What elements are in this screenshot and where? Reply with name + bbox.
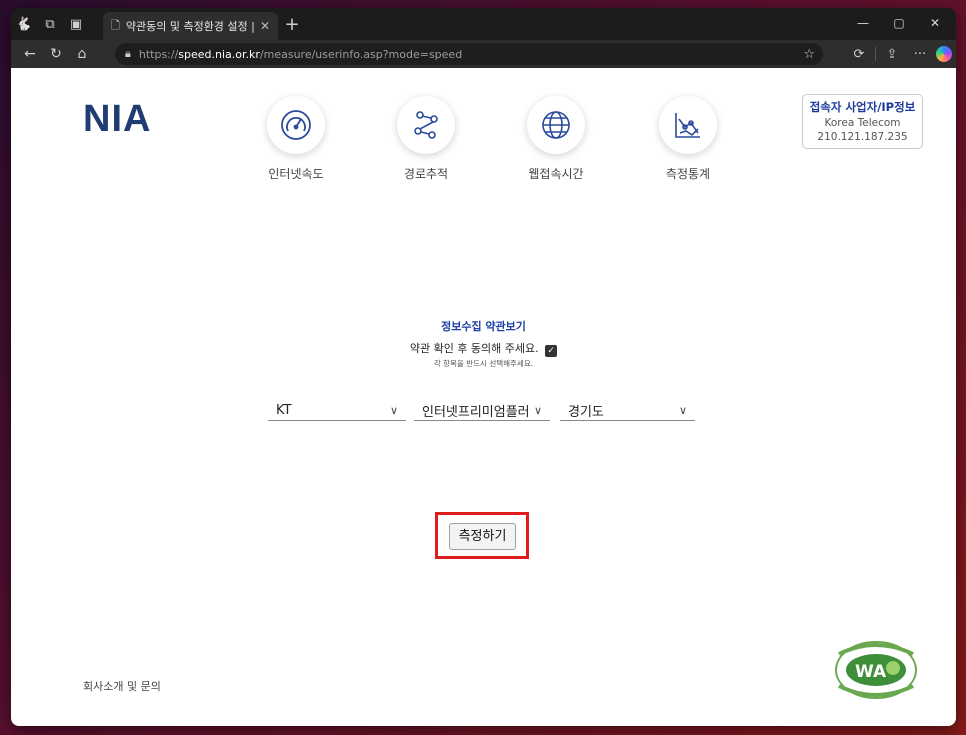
url-host: speed.nia.or.kr — [178, 47, 260, 61]
maximize-button[interactable]: ▢ — [882, 12, 916, 34]
site-logo[interactable]: NIA — [83, 98, 151, 141]
badge-text: WA — [855, 662, 887, 682]
tab-actions-icon[interactable]: ▣ — [63, 11, 89, 37]
window-controls: — ▢ ✕ — [846, 12, 952, 34]
nav-item-internet-speed[interactable]: 인터넷속도 — [241, 96, 351, 182]
isp-select-value: KT — [276, 403, 292, 418]
extensions-icon[interactable]: ⟳ — [847, 43, 871, 65]
share-icon[interactable]: ⇪ — [880, 43, 904, 65]
terms-link[interactable]: 정보수집 약관보기 — [11, 318, 956, 334]
measure-button[interactable]: 측정하기 — [449, 523, 516, 550]
copilot-icon[interactable] — [936, 46, 952, 62]
ip-info-title: 접속자 사업자/IP정보 — [809, 100, 916, 114]
chevron-down-icon: ∨ — [389, 404, 398, 417]
isp-name: Korea Telecom — [824, 117, 901, 129]
profile-icon[interactable]: 🐇 — [11, 11, 37, 37]
speedometer-icon — [267, 96, 325, 154]
agree-row: 약관 확인 후 동의해 주세요. ✓ — [11, 340, 956, 357]
close-tab-icon[interactable]: ✕ — [260, 19, 270, 33]
active-tab[interactable]: 🗋 약관동의 및 측정환경 설정 | 인터 ✕ — [103, 12, 278, 40]
chevron-down-icon: ∨ — [533, 404, 542, 417]
refresh-button[interactable]: ↻ — [43, 42, 69, 66]
home-button[interactable]: ⌂ — [69, 42, 95, 66]
product-select[interactable]: 인터넷프리미엄플러 ∨ — [414, 401, 550, 421]
minimize-button[interactable]: — — [846, 12, 880, 34]
nav-item-route-trace[interactable]: 경로추적 — [371, 96, 481, 182]
address-bar: ← ↻ ⌂ 🔒︎ https://speed.nia.or.kr/measure… — [11, 40, 956, 68]
statistics-icon — [659, 96, 717, 154]
ip-address: 210.121.187.235 — [817, 131, 908, 143]
nav-label: 인터넷속도 — [268, 167, 324, 181]
page-icon: 🗋 — [111, 18, 120, 32]
url-path: /measure/userinfo.asp?mode=speed — [259, 47, 463, 61]
web-page: NIA 인터넷속도 경로추적 웹접속시간 측정통계 접속자 사업자/IP정보 K… — [11, 68, 956, 726]
toolbar-divider — [875, 47, 876, 61]
isp-select[interactable]: KT ∨ — [268, 401, 406, 421]
agree-label: 약관 확인 후 동의해 주세요. — [409, 342, 539, 355]
about-contact-link[interactable]: 회사소개 및 문의 — [83, 678, 161, 694]
globe-icon — [527, 96, 585, 154]
more-menu-icon[interactable]: ··· — [908, 43, 932, 65]
region-select[interactable]: 경기도 ∨ — [560, 401, 695, 421]
back-button[interactable]: ← — [17, 42, 43, 66]
product-select-value: 인터넷프리미엄플러 — [422, 405, 530, 420]
agree-note: 각 항목을 반드시 선택해주세요. — [433, 359, 534, 368]
ip-info-box: 접속자 사업자/IP정보 Korea Telecom 210.121.187.2… — [802, 94, 923, 149]
workspaces-icon[interactable]: ⧉ — [37, 11, 63, 37]
tab-bar: 🐇 ⧉ ▣ 🗋 약관동의 및 측정환경 설정 | 인터 ✕ + — ▢ ✕ — [11, 8, 956, 40]
nav-label: 측정통계 — [665, 167, 711, 181]
nav-label: 웹접속시간 — [528, 167, 584, 181]
tab-title: 약관동의 및 측정환경 설정 | 인터 — [125, 20, 256, 33]
favorite-star-icon[interactable]: ☆ — [803, 47, 815, 62]
agree-checkbox[interactable]: ✓ — [545, 345, 558, 357]
chevron-down-icon: ∨ — [678, 404, 687, 417]
web-accessibility-badge: WA — [831, 636, 921, 708]
new-tab-button[interactable]: + — [281, 14, 303, 35]
nav-label: 경로추적 — [403, 167, 449, 181]
close-window-button[interactable]: ✕ — [918, 12, 952, 34]
nav-item-statistics[interactable]: 측정통계 — [633, 96, 743, 182]
url-field[interactable]: 🔒︎ https://speed.nia.or.kr/measure/useri… — [115, 43, 823, 65]
toolbar-right: ⟳ ⇪ ··· — [847, 43, 952, 65]
route-trace-icon — [397, 96, 455, 154]
browser-window: 🐇 ⧉ ▣ 🗋 약관동의 및 측정환경 설정 | 인터 ✕ + — ▢ ✕ ← … — [11, 8, 956, 726]
region-select-value: 경기도 — [568, 405, 604, 420]
nav-item-web-access-time[interactable]: 웹접속시간 — [501, 96, 611, 182]
lock-icon[interactable]: 🔒︎ — [125, 47, 131, 61]
url-scheme: https:// — [138, 47, 179, 61]
